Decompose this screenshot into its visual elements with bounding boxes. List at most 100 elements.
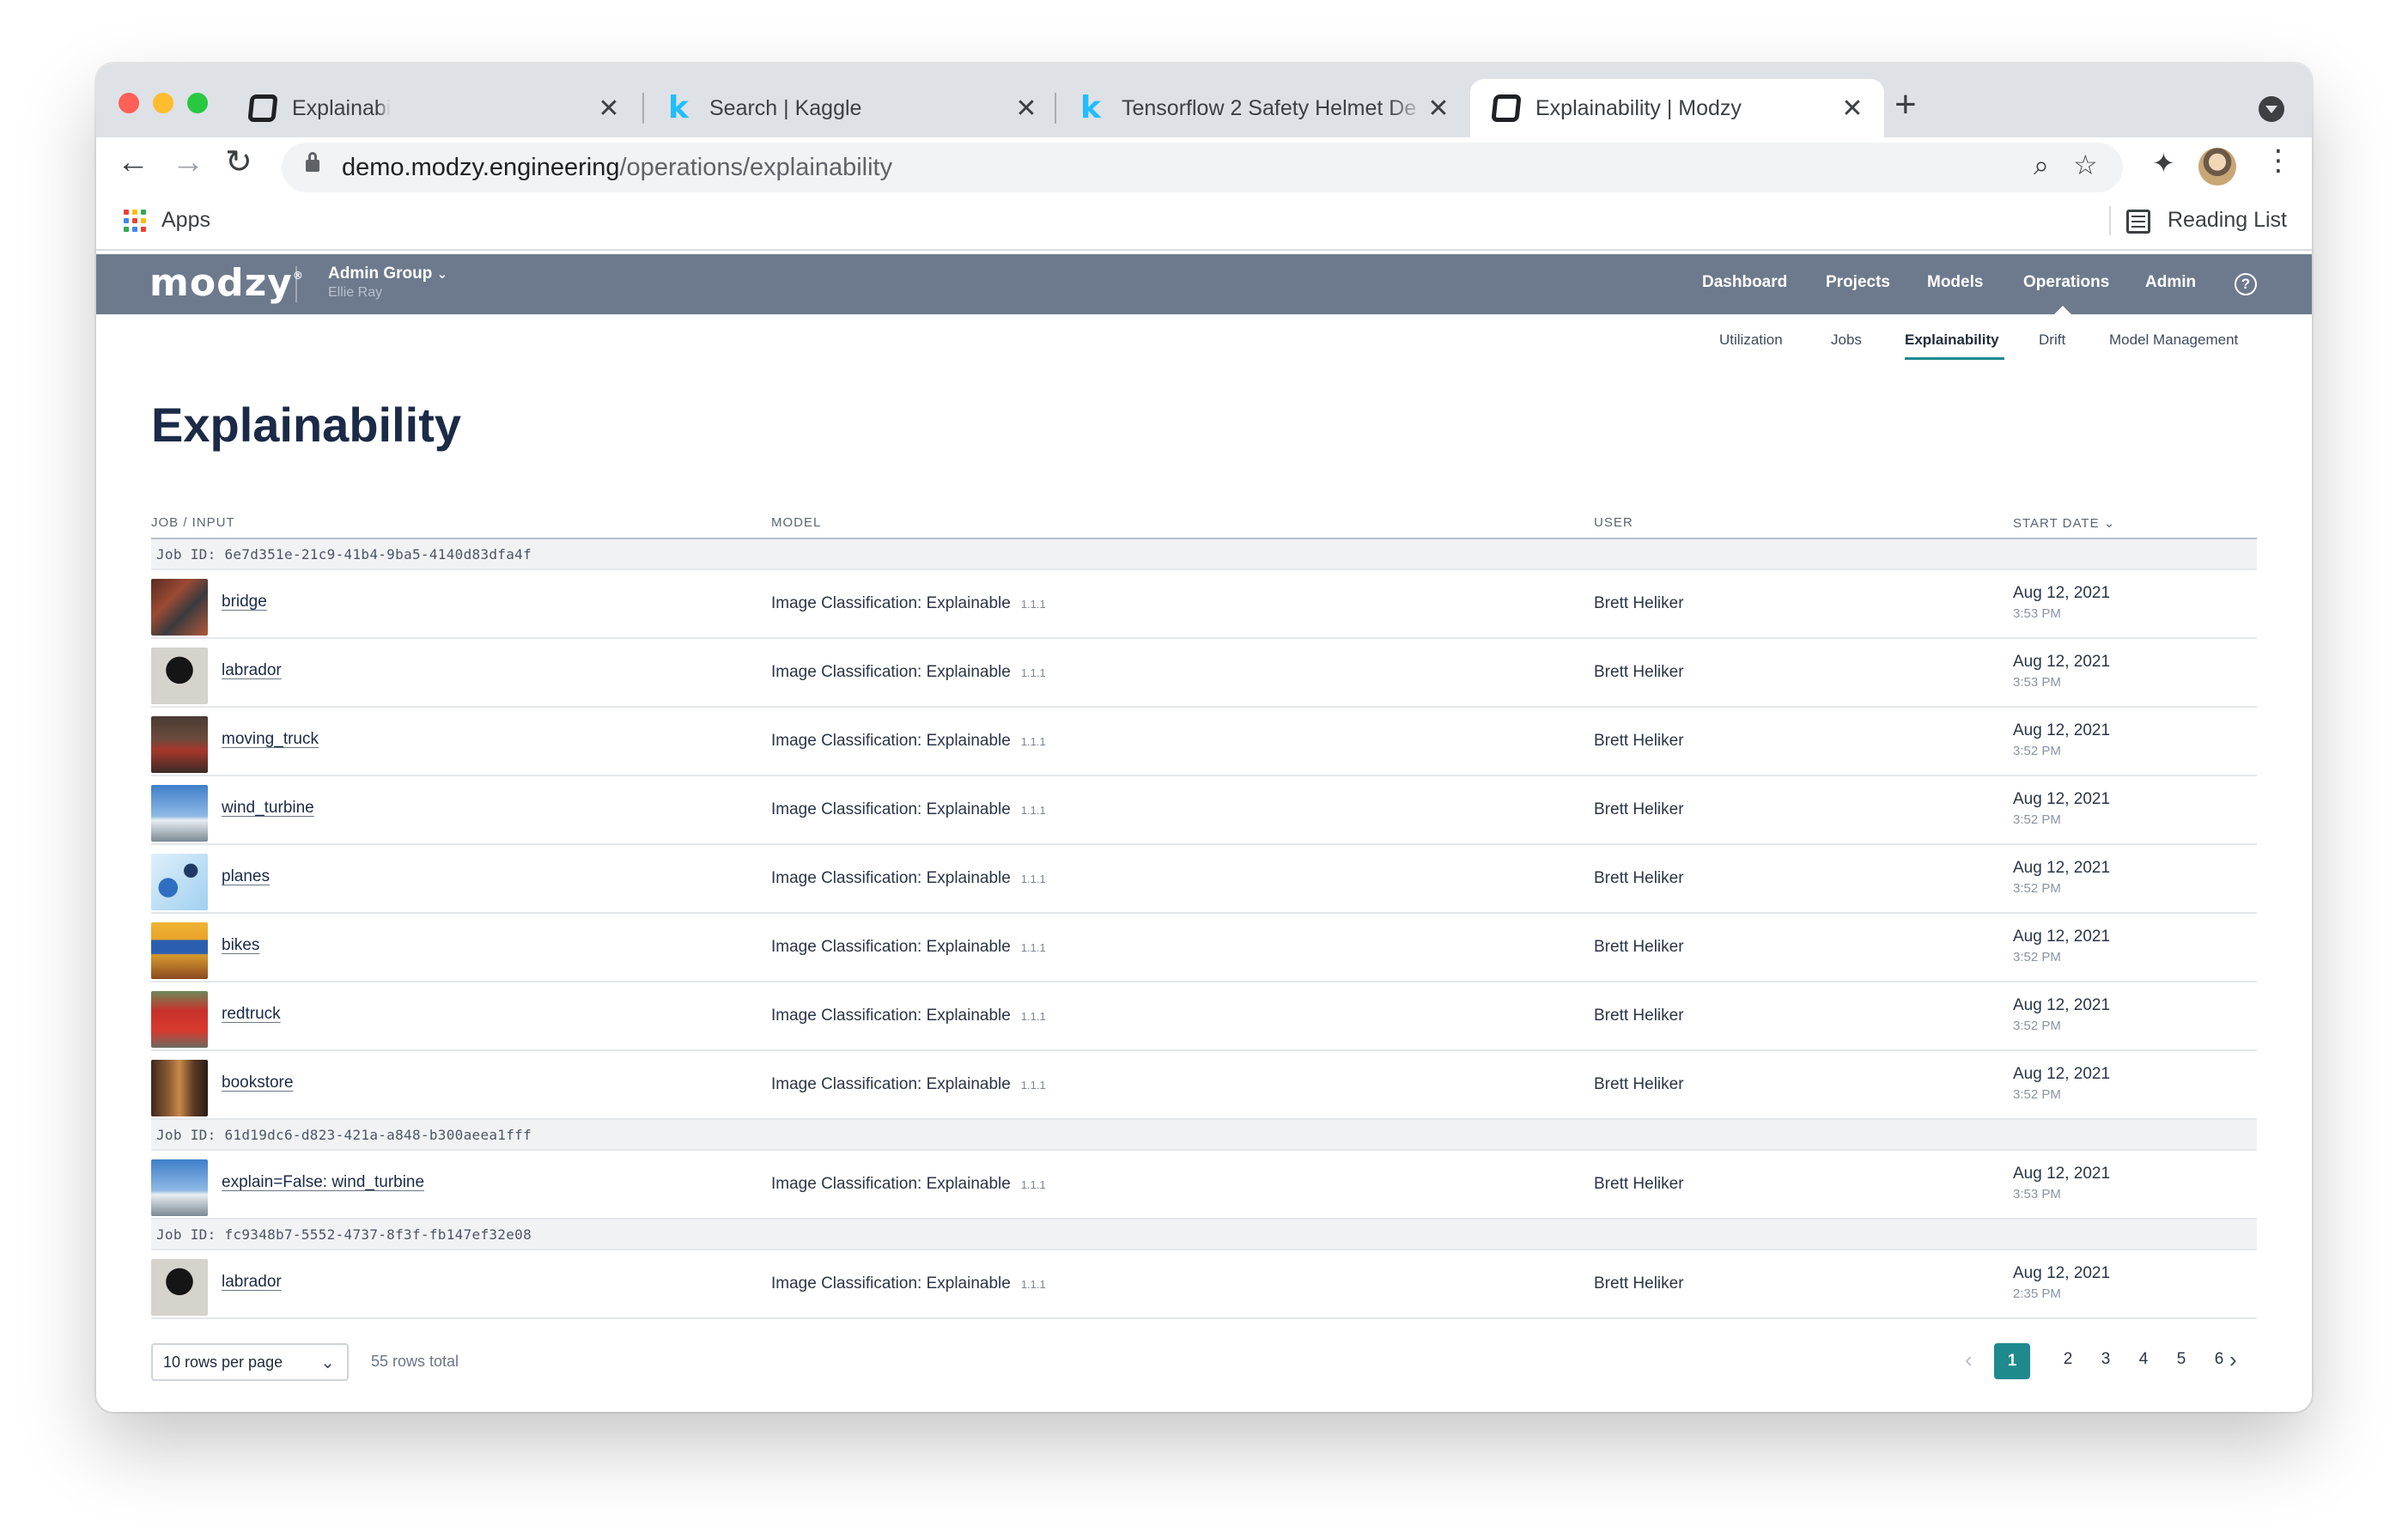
profile-avatar[interactable] [2198, 148, 2236, 186]
new-tab-button[interactable]: + [1894, 86, 1917, 124]
input-link[interactable]: wind_turbine [222, 799, 314, 818]
kaggle-favicon-icon: k [668, 90, 689, 125]
model-name: Image Classification: Explainable 1.1.1 [771, 1175, 1046, 1193]
input-link[interactable]: redtruck [222, 1005, 281, 1024]
address-bar[interactable]: demo.modzy.engineering/operations/explai… [282, 143, 2123, 192]
page-title: Explainability [151, 398, 461, 452]
page-button-3[interactable]: 3 [2089, 1350, 2123, 1369]
table-row[interactable]: bikes Image Classification: Explainable 1… [151, 914, 2257, 982]
start-date: Aug 12, 2021 [2013, 721, 2111, 739]
model-name: Image Classification: Explainable 1.1.1 [771, 1274, 1046, 1293]
input-link[interactable]: bookstore [222, 1074, 293, 1092]
url-text[interactable]: demo.modzy.engineering/operations/explai… [342, 154, 892, 182]
reading-list-button[interactable]: Reading List [2168, 208, 2287, 233]
page-button-1[interactable]: 1 [1994, 1343, 2030, 1379]
subnav-drift[interactable]: Drift [2039, 332, 2065, 349]
input-link[interactable]: bridge [222, 593, 267, 611]
start-date: Aug 12, 2021 [2013, 1165, 2111, 1183]
page-button-5[interactable]: 5 [2164, 1350, 2198, 1369]
explainability-table: Job ID: 6e7d351e-21c9-41b4-9ba5-4140d83d… [151, 539, 2257, 1319]
reading-list-icon[interactable] [2126, 210, 2150, 234]
input-link[interactable]: labrador [222, 1273, 282, 1292]
help-icon[interactable]: ? [2235, 273, 2257, 295]
user-name: Brett Heliker [1594, 594, 1684, 612]
close-window-button[interactable] [119, 93, 139, 113]
input-link[interactable]: moving_truck [222, 730, 319, 749]
start-date: Aug 12, 2021 [2013, 928, 2111, 946]
model-name: Image Classification: Explainable 1.1.1 [771, 732, 1046, 750]
column-header-user: USER [1594, 515, 1633, 530]
tab-close-icon[interactable]: ✕ [596, 94, 622, 124]
nav-projects[interactable]: Projects [1826, 273, 1890, 292]
tab-close-icon[interactable]: ✕ [1426, 94, 1451, 124]
back-arrow-icon[interactable]: ← [117, 146, 149, 179]
app-header: modzy® Admin Group ⌄ Ellie Ray Dashboard… [96, 254, 2312, 314]
nav-admin[interactable]: Admin [2145, 273, 2196, 292]
table-row[interactable]: planes Image Classification: Explainable… [151, 845, 2257, 914]
table-row[interactable]: wind_turbine Image Classification: Expla… [151, 776, 2257, 845]
input-link[interactable]: planes [222, 867, 270, 886]
reload-icon[interactable]: ↻ [225, 146, 252, 179]
bookmark-star-icon[interactable]: ☆ [2073, 151, 2098, 179]
group-switcher[interactable]: Admin Group ⌄ [328, 265, 447, 283]
minimize-window-button[interactable] [153, 93, 173, 113]
zoom-icon[interactable]: ⌕ [2034, 151, 2049, 179]
user-name: Brett Heliker [1594, 1175, 1684, 1193]
next-page-button[interactable]: › [2229, 1347, 2237, 1373]
input-link[interactable]: labrador [222, 661, 282, 680]
input-link[interactable]: bikes [222, 936, 259, 955]
tab-explainability-modzy[interactable]: Explainability | Modzy ✕ [1470, 79, 1884, 137]
tab-tensorflow-safety-helmet[interactable]: k Tensorflow 2 Safety Helmet De ✕ [1058, 79, 1470, 137]
forward-arrow-icon[interactable]: → [172, 146, 204, 179]
start-time: 3:53 PM [2013, 675, 2061, 690]
nav-models[interactable]: Models [1927, 273, 1983, 292]
subnav-model-management[interactable]: Model Management [2109, 332, 2238, 349]
subnav-utilization[interactable]: Utilization [1719, 332, 1783, 349]
browser-toolbar: ← → ↻ demo.modzy.engineering/operations/… [96, 137, 2312, 194]
tab-search-kaggle[interactable]: k Search | Kaggle ✕ [646, 79, 1058, 137]
input-link[interactable]: explain=False: wind_turbine [222, 1173, 424, 1192]
start-time: 3:53 PM [2013, 1187, 2061, 1201]
apps-bookmark[interactable]: Apps [161, 208, 210, 233]
tab-close-icon[interactable]: ✕ [1013, 94, 1039, 124]
lock-icon[interactable] [306, 152, 319, 172]
subnav-jobs[interactable]: Jobs [1831, 332, 1862, 349]
nav-dashboard[interactable]: Dashboard [1702, 273, 1787, 292]
tab-title: Explainability | Modzy [1535, 95, 1742, 120]
tab-search-icon[interactable] [2259, 96, 2284, 122]
tab-explainability-documentation[interactable]: Explainability | Documentation [227, 79, 409, 137]
group-user-name: Ellie Ray [328, 285, 383, 300]
column-header-start-date[interactable]: START DATE ⌄ [2013, 515, 2115, 531]
subnav-explainability[interactable]: Explainability [1905, 332, 1999, 349]
table-row[interactable]: labrador Image Classification: Explainab… [151, 1250, 2257, 1319]
user-name: Brett Heliker [1594, 1075, 1684, 1093]
user-name: Brett Heliker [1594, 732, 1684, 750]
table-row[interactable]: redtruck Image Classification: Explainab… [151, 982, 2257, 1051]
input-thumbnail [151, 922, 208, 979]
table-row[interactable]: labrador Image Classification: Explainab… [151, 639, 2257, 708]
sort-chevron-icon: ⌄ [2103, 516, 2116, 531]
tab-close-icon[interactable]: ✕ [1839, 94, 1865, 124]
nav-operations[interactable]: Operations [2023, 273, 2109, 292]
maximize-window-button[interactable] [187, 93, 208, 113]
chevron-down-icon: ⌄ [436, 267, 448, 282]
user-name: Brett Heliker [1594, 938, 1684, 956]
start-time: 2:35 PM [2013, 1287, 2061, 1301]
model-name: Image Classification: Explainable 1.1.1 [771, 1075, 1046, 1093]
modzy-logo[interactable]: modzy® [149, 261, 304, 305]
tab-title: Search | Kaggle [709, 95, 862, 120]
page-button-4[interactable]: 4 [2126, 1350, 2161, 1369]
browser-window: Explainability | Documentation ✕ k Searc… [96, 64, 2312, 1412]
table-row[interactable]: moving_truck Image Classification: Expla… [151, 708, 2257, 776]
prev-page-button[interactable]: ‹ [1965, 1347, 1973, 1373]
page-button-2[interactable]: 2 [2051, 1350, 2085, 1369]
user-name: Brett Heliker [1594, 800, 1684, 818]
extensions-puzzle-icon[interactable]: ✦ [2152, 149, 2175, 177]
model-name: Image Classification: Explainable 1.1.1 [771, 663, 1046, 681]
table-row[interactable]: bookstore Image Classification: Explaina… [151, 1051, 2257, 1120]
table-row[interactable]: explain=False: wind_turbine Image Classi… [151, 1151, 2257, 1220]
apps-grid-icon[interactable] [124, 210, 146, 232]
browser-menu-icon[interactable]: ⋮ [2264, 146, 2293, 175]
rows-per-page-select[interactable]: 10 rows per page ⌄ [151, 1343, 349, 1381]
table-row[interactable]: bridge Image Classification: Explainable… [151, 570, 2257, 639]
